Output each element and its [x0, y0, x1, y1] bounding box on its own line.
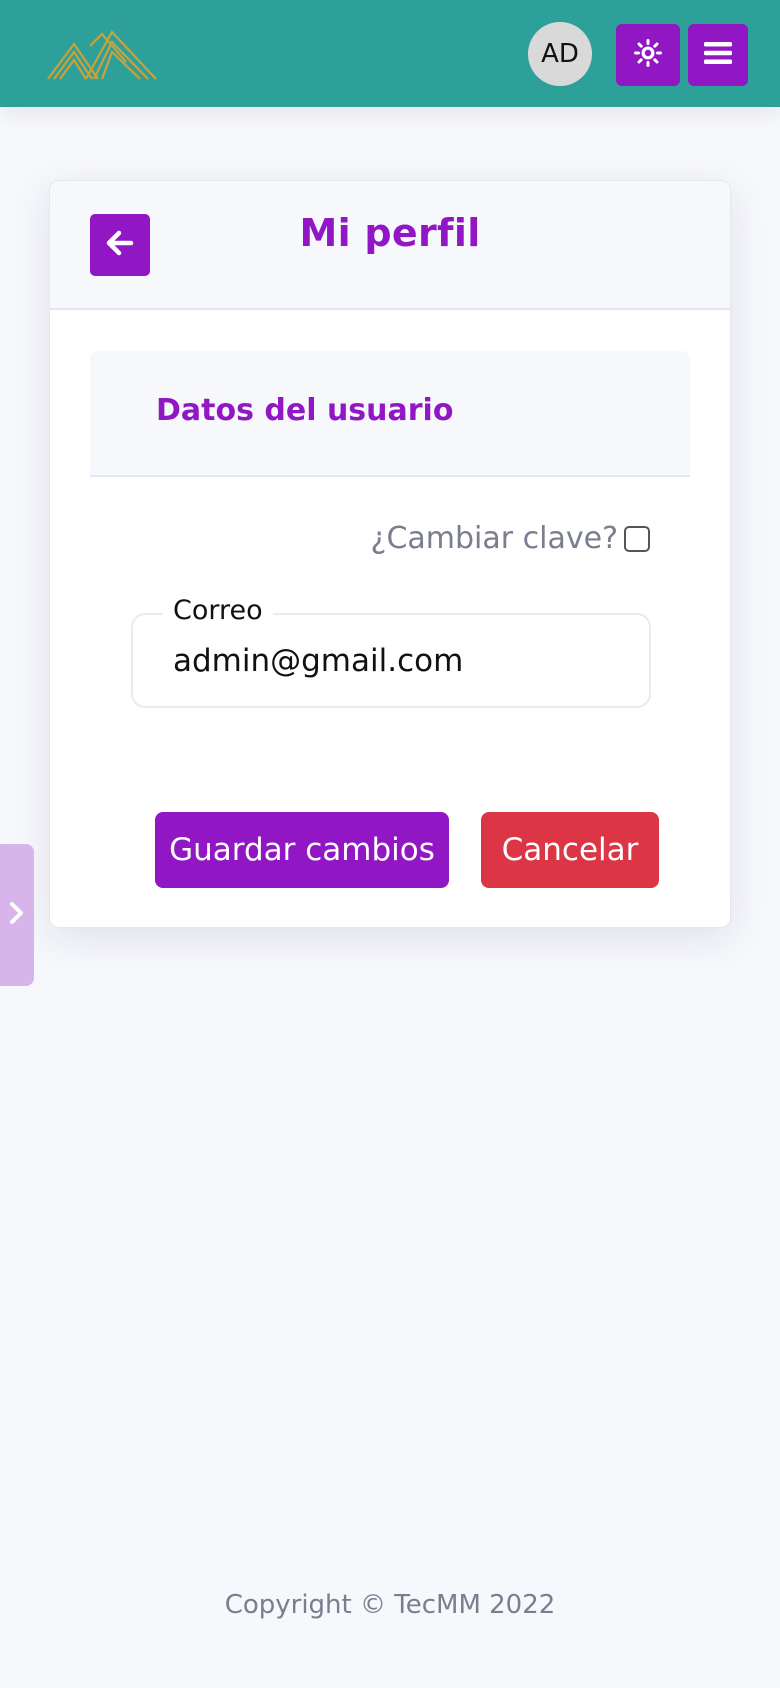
- user-avatar[interactable]: AD: [528, 22, 592, 86]
- change-password-checkbox[interactable]: [624, 525, 650, 552]
- menu-button[interactable]: [688, 24, 748, 86]
- user-data-section-header: Datos del usuario: [90, 351, 690, 477]
- chevron-right-icon: [8, 900, 26, 930]
- change-password-toggle[interactable]: ¿Cambiar clave?: [371, 521, 650, 556]
- hamburger-menu-icon: [704, 41, 732, 69]
- theme-toggle-button[interactable]: [616, 24, 680, 86]
- email-field-label: Correo: [163, 595, 273, 626]
- section-title: Datos del usuario: [156, 393, 454, 428]
- email-input[interactable]: [173, 643, 633, 679]
- avatar-initials: AD: [541, 39, 579, 69]
- change-password-label: ¿Cambiar clave?: [370, 521, 618, 556]
- sidebar-toggle-tab[interactable]: [0, 844, 34, 986]
- mountains-logo[interactable]: [46, 24, 158, 84]
- email-field[interactable]: Correo: [131, 595, 651, 708]
- cancel-button[interactable]: Cancelar: [481, 812, 659, 888]
- page-title: Mi perfil: [299, 211, 481, 255]
- copyright-footer: Copyright © TecMM 2022: [224, 1590, 556, 1620]
- profile-card: Mi perfil Datos del usuario ¿Cambiar cla…: [49, 180, 731, 928]
- card-header: Mi perfil: [50, 181, 730, 310]
- sun-icon: [633, 38, 663, 72]
- save-changes-button[interactable]: Guardar cambios: [155, 812, 449, 888]
- top-navbar: AD: [0, 0, 780, 107]
